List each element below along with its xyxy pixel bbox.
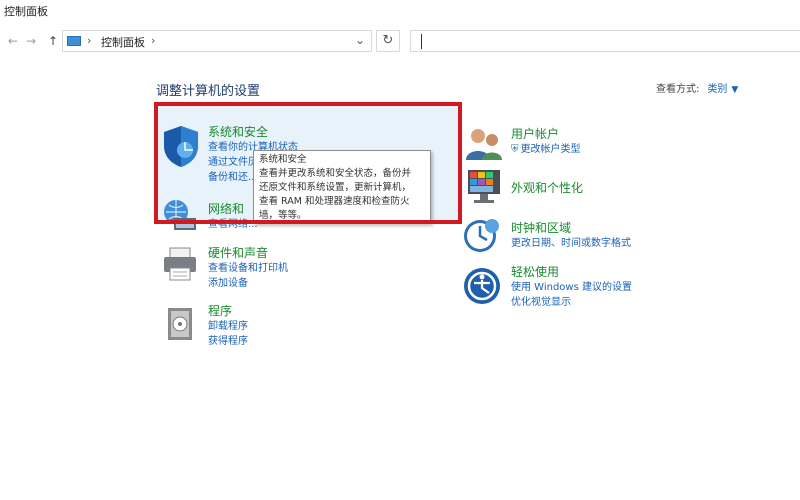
text-caret <box>421 34 422 49</box>
appearance-icon[interactable] <box>464 168 504 210</box>
category-ease-of-access: 轻松使用 使用 Windows 建议的设置 优化视觉显示 <box>511 263 632 310</box>
category-link[interactable]: 查看设备和打印机 <box>208 261 288 276</box>
dropdown-arrow-icon[interactable]: ▼ <box>731 85 738 95</box>
title-bar: 控制面板 <box>0 0 800 22</box>
window-title: 控制面板 <box>4 5 48 18</box>
category-title[interactable]: 用户帐户 <box>511 125 581 142</box>
uac-shield-icon: ⛨ <box>511 144 519 155</box>
category-link-text[interactable]: 更改帐户类型 <box>521 144 581 155</box>
address-row: ← → ↑ › 控制面板 › ⌄ ↻ <box>0 28 800 54</box>
users-icon[interactable] <box>464 126 504 166</box>
control-panel-icon <box>67 36 81 46</box>
search-input[interactable] <box>410 30 800 52</box>
breadcrumb-separator: › <box>87 34 92 47</box>
annotation-highlight-box <box>154 102 462 224</box>
address-bar[interactable]: › 控制面板 › ⌄ <box>62 30 372 52</box>
category-link[interactable]: ⛨ 更改帐户类型 <box>511 142 581 157</box>
view-by-dropdown[interactable]: 类别 <box>707 84 727 95</box>
category-title[interactable]: 外观和个性化 <box>511 179 583 196</box>
category-title[interactable]: 时钟和区域 <box>511 219 631 236</box>
printer-icon[interactable] <box>160 246 202 288</box>
category-title[interactable]: 轻松使用 <box>511 263 632 280</box>
refresh-button[interactable]: ↻ <box>376 30 400 52</box>
view-by-label: 查看方式: <box>656 84 700 95</box>
category-link[interactable]: 优化视觉显示 <box>511 295 632 310</box>
breadcrumb-control-panel[interactable]: 控制面板 <box>101 34 145 50</box>
category-link[interactable]: 卸载程序 <box>208 319 248 334</box>
forward-button[interactable]: → <box>26 34 36 48</box>
programs-icon[interactable] <box>162 304 198 348</box>
breadcrumb-separator: › <box>151 34 156 47</box>
view-by: 查看方式: 类别 ▼ <box>656 80 738 95</box>
back-button[interactable]: ← <box>8 34 18 48</box>
category-link[interactable]: 获得程序 <box>208 334 248 349</box>
category-hardware-sound: 硬件和声音 查看设备和打印机 添加设备 <box>208 244 288 291</box>
category-clock-region: 时钟和区域 更改日期、时间或数字格式 <box>511 219 631 251</box>
category-link[interactable]: 使用 Windows 建议的设置 <box>511 280 632 295</box>
category-link[interactable]: 添加设备 <box>208 276 288 291</box>
category-user-accounts: 用户帐户 ⛨ 更改帐户类型 <box>511 125 581 157</box>
up-button[interactable]: ↑ <box>48 34 58 48</box>
category-title[interactable]: 硬件和声音 <box>208 244 288 261</box>
chevron-down-icon[interactable]: ⌄ <box>355 33 365 47</box>
category-title[interactable]: 程序 <box>208 302 248 319</box>
ease-of-access-icon[interactable] <box>462 266 502 310</box>
clock-icon[interactable] <box>462 216 502 260</box>
page-title: 调整计算机的设置 <box>156 84 261 99</box>
category-appearance: 外观和个性化 <box>511 179 583 196</box>
category-programs: 程序 卸载程序 获得程序 <box>208 302 248 349</box>
category-link[interactable]: 更改日期、时间或数字格式 <box>511 236 631 251</box>
